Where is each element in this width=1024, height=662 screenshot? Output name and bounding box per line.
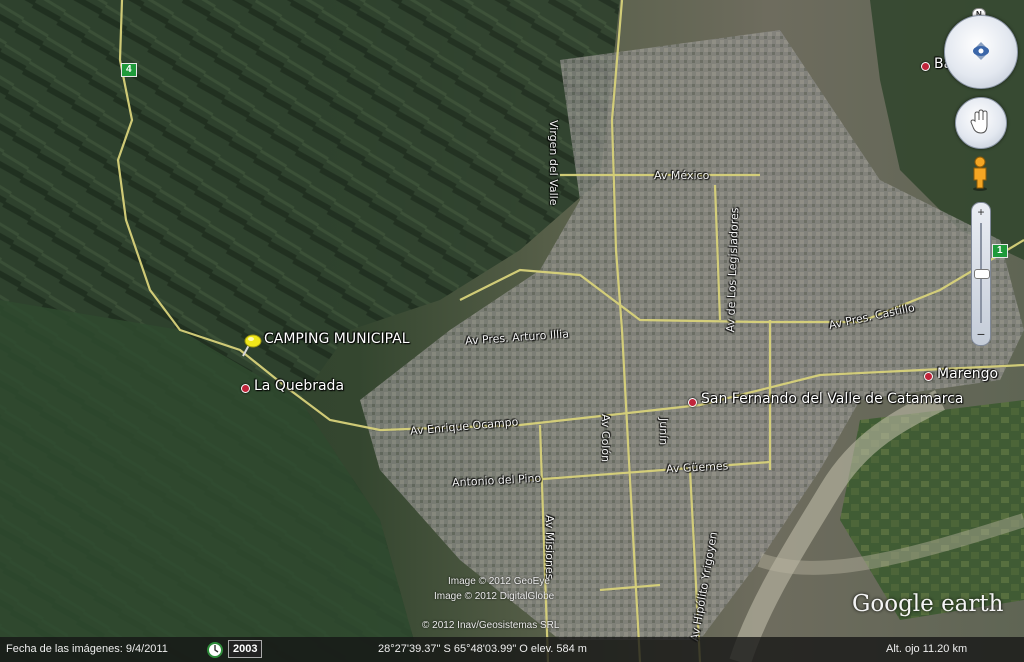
- road-label-av-colon: Av Colón: [599, 414, 612, 463]
- route-1-shield: 1: [992, 244, 1008, 258]
- pushpin-icon[interactable]: [238, 332, 262, 358]
- road-label-av-misiones: Av Misiones: [543, 515, 556, 580]
- place-marker-la-quebrada[interactable]: [241, 384, 250, 393]
- copyright-inav: © 2012 Inav/Geosistemas SRL: [422, 620, 560, 631]
- place-label-marengo[interactable]: Marengo: [937, 366, 998, 382]
- zoom-out-button[interactable]: −: [975, 327, 987, 341]
- look-joystick[interactable]: [944, 15, 1018, 89]
- road-label-junin: Junín: [657, 418, 670, 446]
- imagery-date: Fecha de las imágenes: 9/4/2011: [6, 643, 168, 655]
- historical-year-button[interactable]: 2003: [228, 640, 263, 658]
- copyright-geoeye: Image © 2012 GeoEye: [448, 576, 550, 587]
- move-joystick[interactable]: [955, 97, 1007, 149]
- street-view-pegman-icon[interactable]: [970, 156, 990, 192]
- zoom-slider[interactable]: + −: [971, 202, 991, 346]
- historical-imagery-clock-icon[interactable]: [207, 642, 223, 658]
- cursor-coordinates: 28°27'39.37" S 65°48'03.99" O elev. 584 …: [378, 643, 587, 655]
- status-bar: Fecha de las imágenes: 9/4/2011 2003 28°…: [0, 637, 1024, 662]
- place-marker-marengo[interactable]: [924, 372, 933, 381]
- zoom-thumb[interactable]: [974, 269, 990, 279]
- route-4-shield: 4: [121, 63, 137, 77]
- google-earth-logo: Google earth: [852, 591, 1004, 617]
- road-label-virgen-del-valle: Virgen del Valle: [547, 120, 560, 206]
- place-label-camping-municipal[interactable]: CAMPING MUNICIPAL: [264, 331, 410, 347]
- place-marker-san-fernando[interactable]: [688, 398, 697, 407]
- eye-icon: [973, 42, 989, 60]
- zoom-in-button[interactable]: +: [975, 206, 987, 218]
- place-label-san-fernando[interactable]: San Fernando del Valle de Catamarca: [701, 391, 964, 407]
- eye-altitude: Alt. ojo 11.20 km: [886, 643, 968, 655]
- copyright-digitalglobe: Image © 2012 DigitalGlobe: [434, 591, 555, 602]
- road-label-av-mexico: Av México: [654, 169, 710, 182]
- place-label-la-quebrada[interactable]: La Quebrada: [254, 378, 344, 394]
- place-marker-top-right[interactable]: [921, 62, 930, 71]
- hand-icon: [970, 109, 988, 134]
